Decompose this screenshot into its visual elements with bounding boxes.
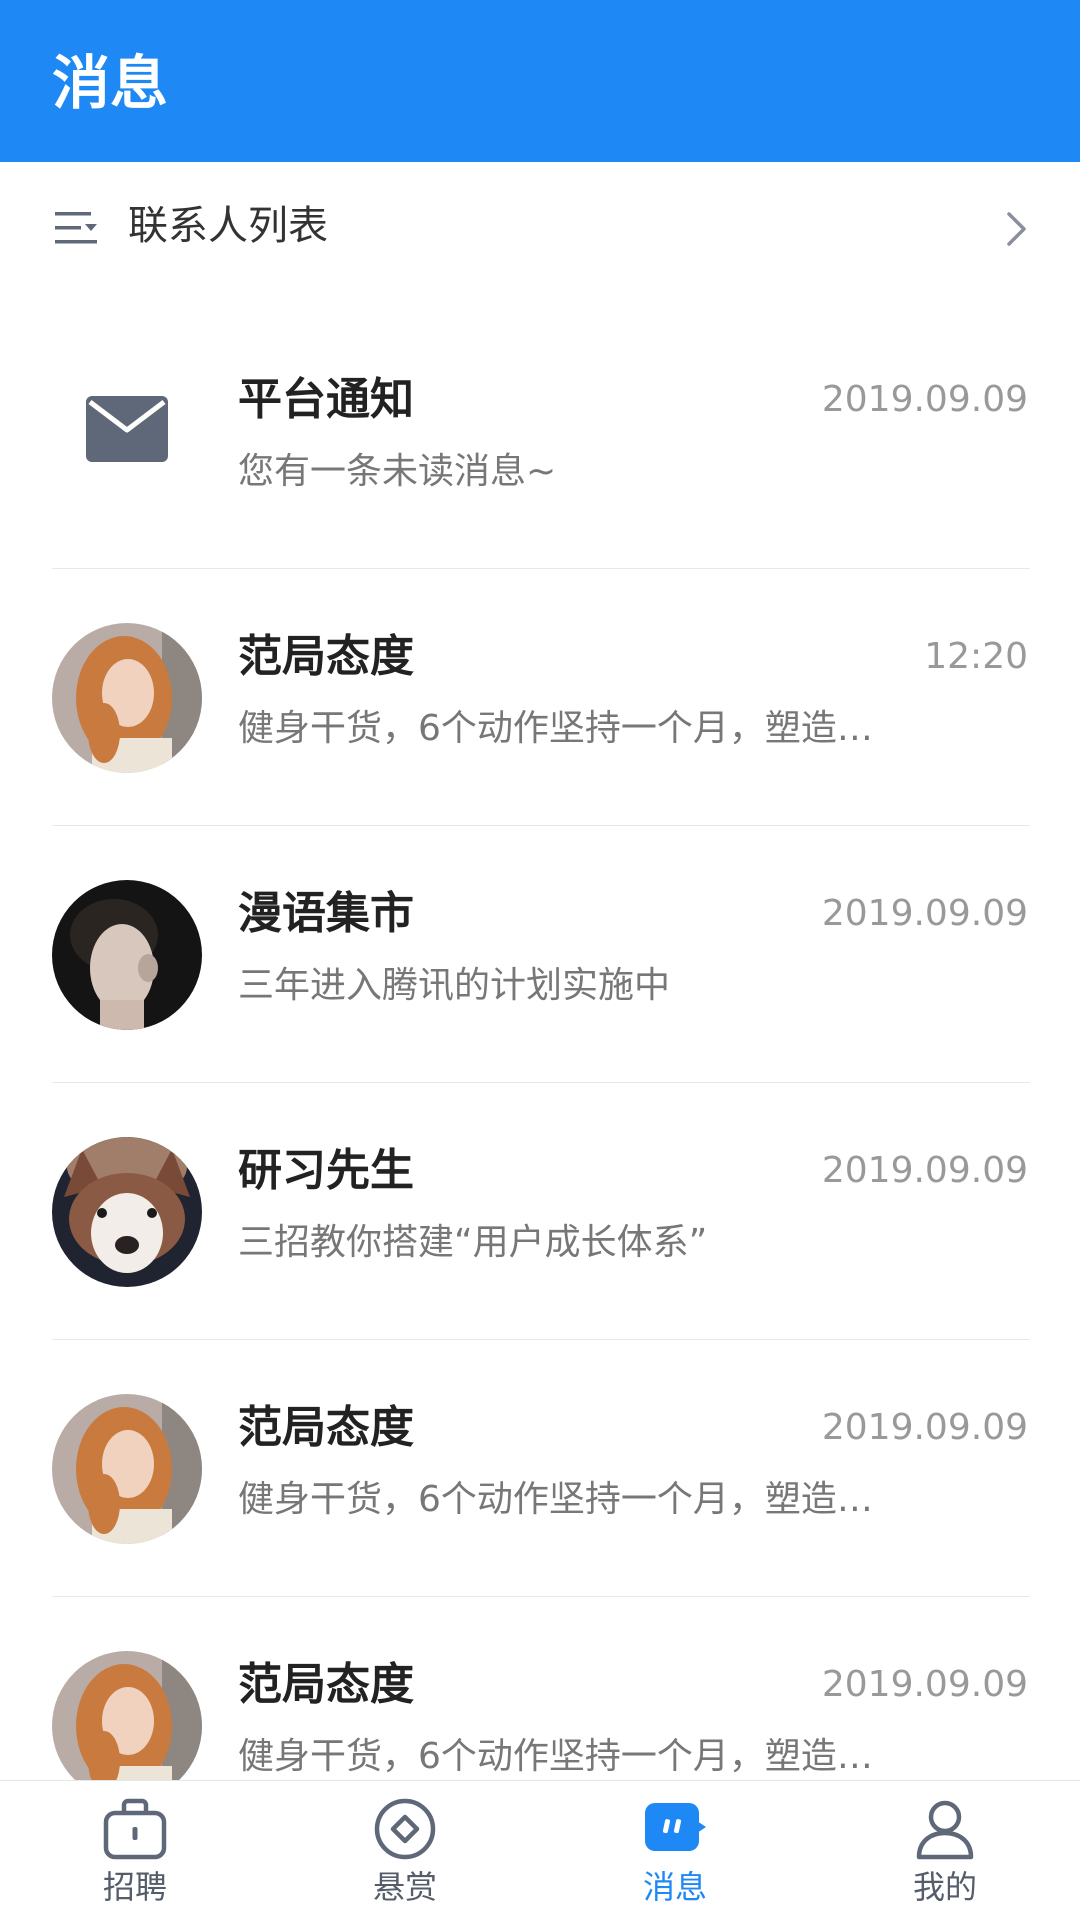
message-sender: 漫语集市 bbox=[238, 888, 414, 939]
app-header: 消息 bbox=[0, 0, 1080, 162]
message-sender: 平台通知 bbox=[238, 374, 414, 425]
avatar-man-profile bbox=[52, 880, 202, 1030]
message-time: 2019.09.09 bbox=[821, 1664, 1028, 1705]
list-icon bbox=[55, 212, 97, 244]
tab-recruit[interactable]: 招聘 bbox=[0, 1781, 270, 1920]
message-preview: 您有一条未读消息~ bbox=[238, 451, 557, 492]
message-item[interactable]: 范局态度 12:20 健身干货，6个动作坚持一个月，塑造… bbox=[0, 569, 1080, 826]
message-item[interactable]: 漫语集市 2019.09.09 三年进入腾讯的计划实施中 bbox=[0, 826, 1080, 1083]
user-icon bbox=[916, 1800, 974, 1860]
avatar-woman-red-hair bbox=[52, 1394, 202, 1544]
message-icon bbox=[645, 1803, 706, 1851]
message-sender: 范局态度 bbox=[238, 1402, 414, 1453]
avatar bbox=[52, 1137, 202, 1287]
message-time: 2019.09.09 bbox=[821, 1150, 1028, 1191]
chevron-right-icon bbox=[1007, 212, 1026, 246]
message-preview: 三年进入腾讯的计划实施中 bbox=[238, 965, 671, 1006]
tab-label: 我的 bbox=[912, 1868, 977, 1906]
contacts-list-entry[interactable]: 联系人列表 bbox=[0, 162, 1080, 292]
avatar bbox=[52, 1651, 202, 1801]
message-time: 12:20 bbox=[924, 636, 1028, 677]
message-sender: 研习先生 bbox=[238, 1145, 414, 1196]
tab-label: 消息 bbox=[642, 1868, 707, 1906]
tab-reward[interactable]: 悬赏 bbox=[270, 1781, 540, 1920]
mail-icon bbox=[86, 396, 168, 462]
avatar bbox=[52, 1394, 202, 1544]
tab-profile[interactable]: 我的 bbox=[810, 1781, 1080, 1920]
bottom-tab-bar: 招聘 悬赏 消息 我的 bbox=[0, 1780, 1080, 1920]
briefcase-icon bbox=[103, 1798, 167, 1860]
page-title: 消息 bbox=[52, 49, 169, 117]
message-preview: 健身干货，6个动作坚持一个月，塑造… bbox=[238, 1479, 873, 1520]
message-preview: 健身干货，6个动作坚持一个月，塑造… bbox=[238, 1736, 873, 1777]
message-preview: 三招教你搭建“用户成长体系” bbox=[238, 1222, 708, 1263]
avatar-husky-dog bbox=[52, 1137, 202, 1287]
avatar-woman-red-hair bbox=[52, 1651, 202, 1801]
message-item-platform-notice[interactable]: 平台通知 2019.09.09 您有一条未读消息~ bbox=[0, 312, 1080, 569]
message-item[interactable]: 范局态度 2019.09.09 健身干货，6个动作坚持一个月，塑造… bbox=[0, 1340, 1080, 1597]
messages-screen: 消息 联系人列表 平台通知 2019.09.09 您有一条未读消息~ 范局态度 … bbox=[0, 0, 1080, 1920]
message-item[interactable]: 研习先生 2019.09.09 三招教你搭建“用户成长体系” bbox=[0, 1083, 1080, 1340]
message-time: 2019.09.09 bbox=[821, 379, 1028, 420]
contacts-list-label: 联系人列表 bbox=[128, 203, 328, 249]
message-time: 2019.09.09 bbox=[821, 893, 1028, 934]
tab-messages[interactable]: 消息 bbox=[540, 1781, 810, 1920]
message-time: 2019.09.09 bbox=[821, 1407, 1028, 1448]
avatar-woman-red-hair bbox=[52, 623, 202, 773]
message-sender: 范局态度 bbox=[238, 1659, 414, 1710]
avatar bbox=[52, 623, 202, 773]
message-preview: 健身干货，6个动作坚持一个月，塑造… bbox=[238, 708, 873, 749]
avatar bbox=[52, 880, 202, 1030]
reward-icon bbox=[374, 1798, 436, 1860]
message-sender: 范局态度 bbox=[238, 631, 414, 682]
tab-label: 悬赏 bbox=[372, 1868, 437, 1906]
tab-label: 招聘 bbox=[102, 1868, 167, 1906]
